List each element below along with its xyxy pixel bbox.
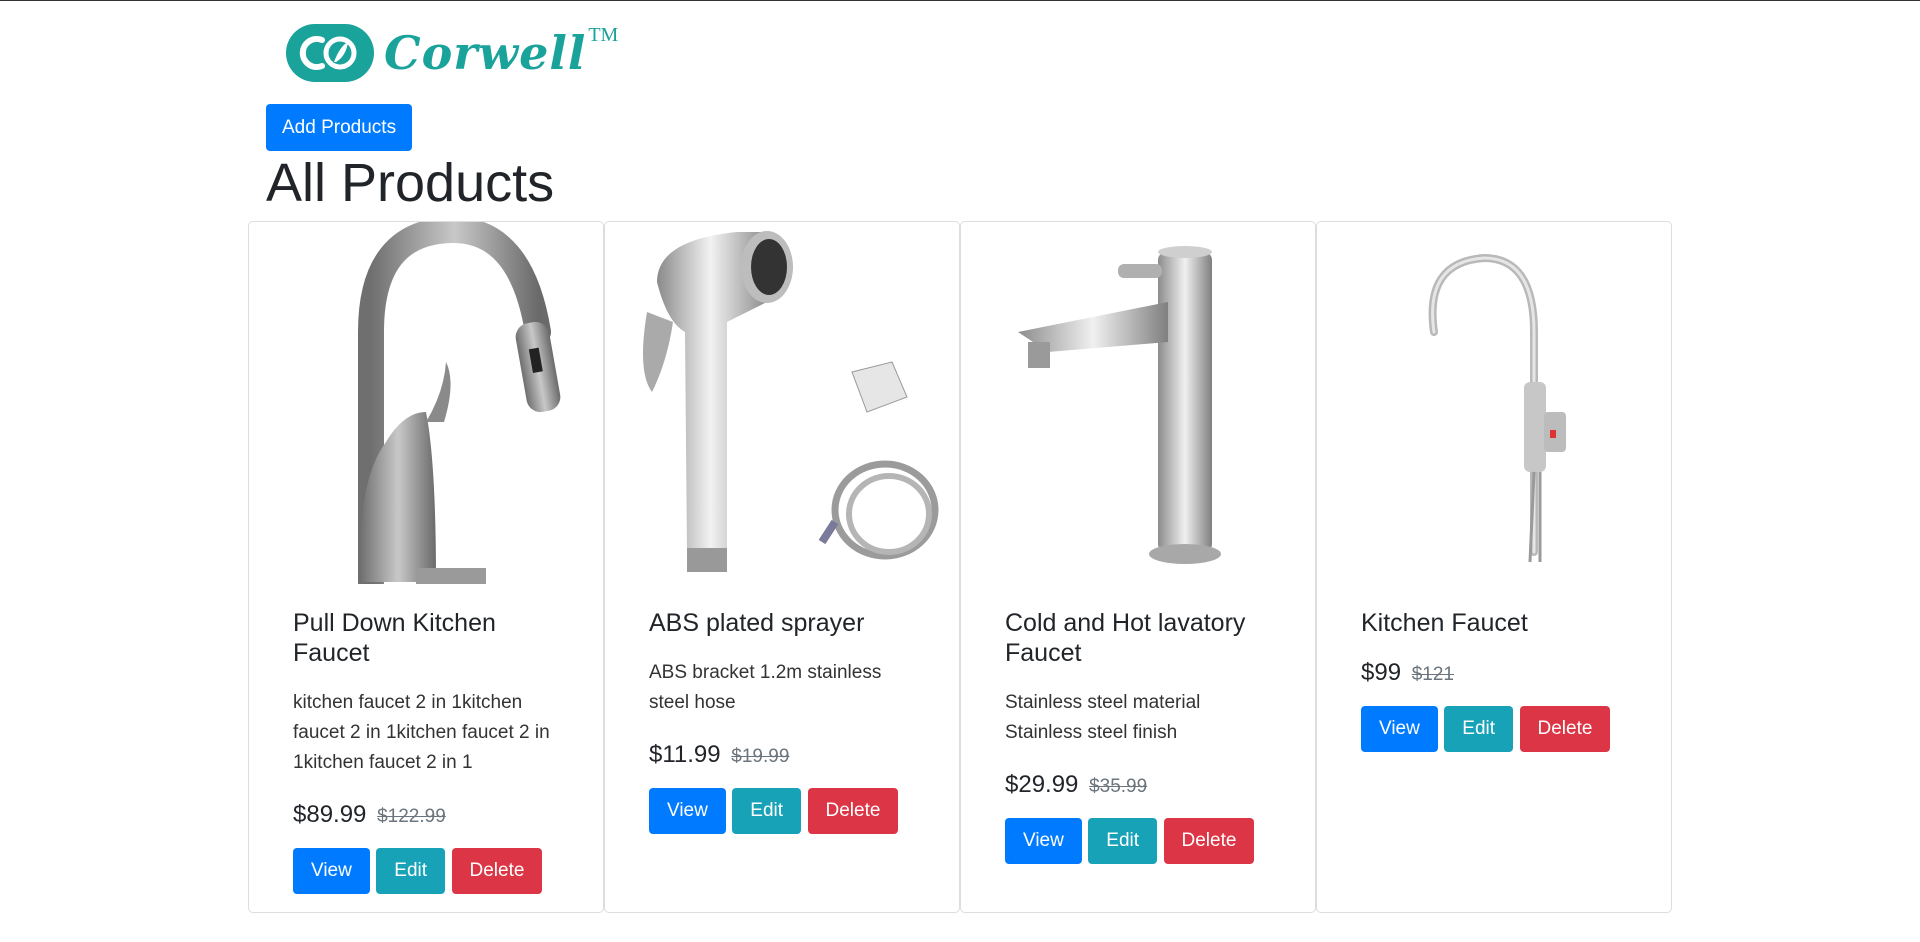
product-price: $89.99 [293, 801, 367, 828]
view-button[interactable]: View [649, 788, 726, 834]
product-image [1317, 222, 1671, 584]
delete-button[interactable]: Delete [1163, 818, 1255, 864]
product-card: ABS plated sprayer ABS bracket 1.2m stai… [604, 221, 960, 913]
card-body: Pull Down Kitchen Faucet kitchen faucet … [249, 584, 603, 894]
view-button[interactable]: View [293, 848, 370, 894]
product-old-price: $35.99 [1089, 776, 1148, 797]
card-body: Cold and Hot lavatory Faucet Stainless s… [961, 584, 1315, 864]
product-card: Kitchen Faucet $99 $121 View Edit Delete [1316, 221, 1672, 913]
card-actions: View Edit Delete [649, 788, 915, 834]
corwell-logo[interactable]: Corwell TM [284, 20, 618, 86]
kitchen-faucet-icon [1428, 253, 1566, 563]
product-title: Kitchen Faucet [1361, 609, 1528, 637]
price-row: $11.99 $19.99 [649, 740, 915, 772]
price-row: $89.99 $122.99 [293, 800, 559, 832]
product-price: $11.99 [649, 741, 721, 768]
product-image [249, 222, 603, 584]
product-image [961, 222, 1315, 584]
card-actions: View Edit Delete [1361, 706, 1627, 752]
view-button[interactable]: View [1361, 706, 1438, 752]
price-row: $29.99 $35.99 [1005, 770, 1271, 802]
window-top-border [0, 0, 1920, 1]
brand-name: Corwell [384, 26, 587, 80]
product-old-price: $19.99 [731, 746, 790, 767]
add-products-button[interactable]: Add Products [266, 104, 413, 151]
page-title: All Products [266, 153, 555, 213]
delete-button[interactable]: Delete [807, 788, 899, 834]
product-old-price: $121 [1411, 664, 1454, 685]
edit-button[interactable]: Edit [1088, 818, 1158, 864]
product-title: Cold and Hot lavatory Faucet [1005, 609, 1246, 667]
lavatory-faucet-icon [1018, 246, 1221, 564]
delete-button[interactable]: Delete [451, 848, 543, 894]
product-image [605, 222, 959, 584]
edit-button[interactable]: Edit [1444, 706, 1514, 752]
delete-button[interactable]: Delete [1519, 706, 1611, 752]
product-grid: Pull Down Kitchen Faucet kitchen faucet … [248, 221, 1672, 913]
trademark-symbol: TM [588, 24, 619, 46]
product-card: Pull Down Kitchen Faucet kitchen faucet … [248, 221, 604, 913]
edit-button[interactable]: Edit [732, 788, 802, 834]
product-price: $99 [1361, 659, 1402, 686]
product-description: Stainless steel material Stainless steel… [1005, 692, 1201, 743]
card-actions: View Edit Delete [293, 848, 559, 894]
product-title: Pull Down Kitchen Faucet [293, 609, 496, 667]
view-button[interactable]: View [1005, 818, 1082, 864]
product-price: $29.99 [1005, 771, 1079, 798]
product-old-price: $122.99 [377, 806, 446, 827]
card-body: Kitchen Faucet $99 $121 View Edit Delete [1317, 584, 1671, 752]
card-actions: View Edit Delete [1005, 818, 1271, 864]
product-title: ABS plated sprayer [649, 609, 865, 637]
product-description: kitchen faucet 2 in 1kitchen faucet 2 in… [293, 692, 550, 773]
product-description: ABS bracket 1.2m stainless steel hose [649, 662, 882, 713]
pull-down-faucet-icon [358, 222, 561, 584]
sprayer-icon [643, 231, 939, 572]
card-body: ABS plated sprayer ABS bracket 1.2m stai… [605, 584, 959, 834]
product-card: Cold and Hot lavatory Faucet Stainless s… [960, 221, 1316, 913]
price-row: $99 $121 [1361, 658, 1627, 690]
logo-mark-icon [286, 24, 374, 82]
edit-button[interactable]: Edit [376, 848, 446, 894]
